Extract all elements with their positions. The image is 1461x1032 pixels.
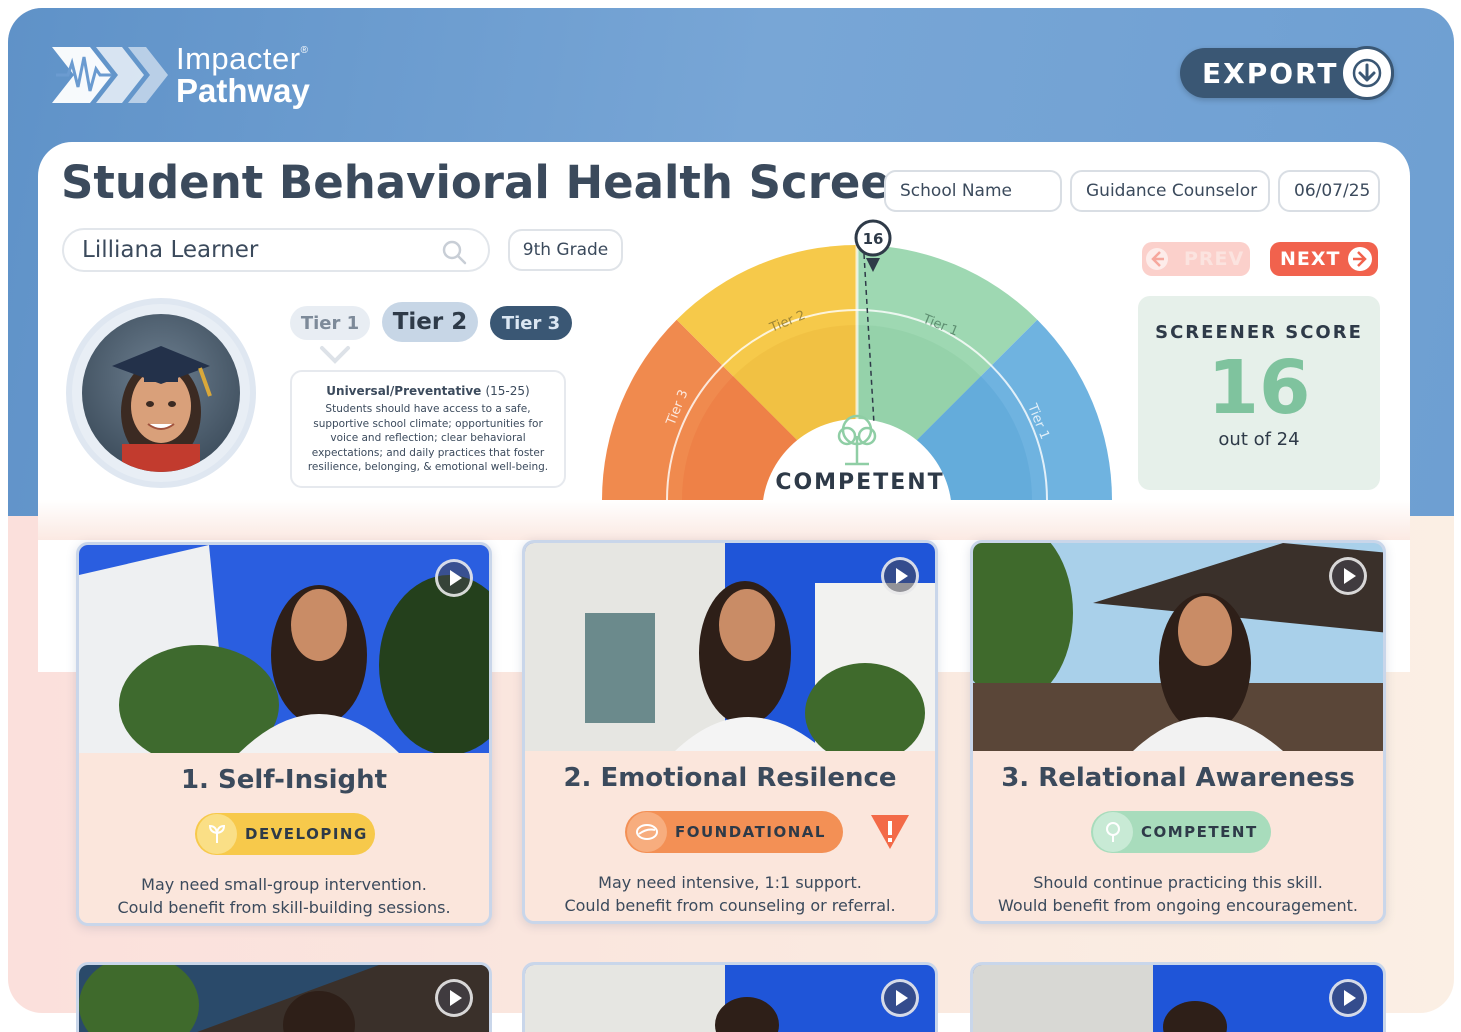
gauge-value: 16 — [863, 230, 884, 248]
skill-card-relational-awareness[interactable]: 3. Relational Awareness COMPETENT Should… — [970, 540, 1386, 924]
card-title: 3. Relational Awareness — [1001, 763, 1355, 793]
badge-label: COMPETENT — [1141, 823, 1258, 841]
card-description: Should continue practicing this skill. W… — [973, 871, 1383, 917]
next-label: NEXT — [1280, 248, 1341, 270]
card-desc-line2: Would benefit from ongoing encouragement… — [998, 896, 1358, 915]
brand-line1: Impacter — [176, 41, 301, 76]
tier-gauge: Tier 3 Tier 2 Tier 1 Tier 1 16 — [602, 219, 1112, 514]
play-icon[interactable] — [1329, 979, 1367, 1017]
skill-card-self-insight[interactable]: 1. Self-Insight DEVELOPING May need smal… — [76, 542, 492, 926]
tree-icon — [1093, 812, 1133, 852]
score-title: SCREENER SCORE — [1155, 322, 1363, 343]
prev-button[interactable]: PREV — [1142, 242, 1250, 276]
skill-card-partial-6[interactable] — [970, 962, 1386, 1032]
next-button[interactable]: NEXT — [1270, 242, 1378, 276]
card-desc-line2: Could benefit from counseling or referra… — [564, 896, 896, 915]
badge-label: FOUNDATIONAL — [675, 823, 826, 841]
prev-label: PREV — [1184, 248, 1245, 270]
skill-card-partial-5[interactable] — [522, 962, 938, 1032]
card-desc-line1: Should continue practicing this skill. — [1033, 873, 1323, 892]
arrow-right-icon — [1348, 247, 1372, 271]
play-icon[interactable] — [435, 559, 473, 597]
gauge-status-label: COMPETENT — [775, 470, 945, 495]
chevron-down-icon — [320, 346, 350, 364]
score-value: 16 — [1207, 345, 1311, 431]
tier-info-range: (15-25) — [485, 384, 530, 398]
play-icon[interactable] — [1329, 557, 1367, 595]
card-desc-line1: May need intensive, 1:1 support. — [598, 873, 862, 892]
card-title: 2. Emotional Resilence — [563, 763, 897, 793]
download-arrow-icon — [1340, 46, 1394, 100]
panel-fade — [38, 500, 1410, 540]
card-desc-line2: Could benefit from skill-building sessio… — [117, 898, 451, 917]
tier-info-box: Universal/Preventative (15-25) Students … — [290, 370, 566, 488]
badge-label: DEVELOPING — [245, 825, 368, 843]
video-thumbnail[interactable] — [973, 543, 1383, 751]
student-photo — [112, 346, 212, 472]
export-button[interactable]: EXPORT — [1180, 46, 1394, 100]
status-badge: COMPETENT — [1091, 811, 1271, 853]
tier-2-pill[interactable]: Tier 2 — [382, 302, 478, 342]
card-title: 1. Self-Insight — [180, 765, 388, 795]
school-name-field[interactable]: School Name — [884, 170, 1062, 212]
play-icon[interactable] — [435, 979, 473, 1017]
page-title: Student Behavioral Health Screener — [61, 156, 976, 209]
card-description: May need small-group intervention. Could… — [79, 873, 489, 919]
warning-icon — [871, 815, 909, 849]
play-icon[interactable] — [881, 557, 919, 595]
video-thumbnail[interactable] — [79, 545, 489, 753]
sprout-icon — [197, 814, 237, 854]
play-icon[interactable] — [881, 979, 919, 1017]
tier-info-title: Universal/Preventative — [326, 384, 482, 398]
logo-mark-icon — [52, 47, 168, 103]
student-search-input[interactable]: Lilliana Learner — [62, 228, 490, 272]
skill-card-partial-4[interactable] — [76, 962, 492, 1032]
date-field[interactable]: 06/07/25 — [1278, 170, 1380, 212]
search-icon[interactable] — [440, 238, 468, 266]
export-label: EXPORT — [1202, 56, 1339, 90]
student-name: Lilliana Learner — [82, 237, 259, 263]
status-badge: DEVELOPING — [195, 813, 375, 855]
brand-reg-mark: ® — [300, 45, 309, 56]
status-badge: FOUNDATIONAL — [625, 811, 843, 853]
skill-card-emotional-resilience[interactable]: 2. Emotional Resilence FOUNDATIONAL May … — [522, 540, 938, 924]
tier-3-pill[interactable]: Tier 3 — [490, 306, 572, 340]
card-desc-line1: May need small-group intervention. — [141, 875, 427, 894]
video-thumbnail[interactable] — [525, 543, 935, 751]
seed-icon — [627, 812, 667, 852]
counselor-field[interactable]: Guidance Counselor — [1070, 170, 1270, 212]
tier-info-desc: Students should have access to a safe, s… — [307, 403, 549, 473]
student-avatar — [66, 298, 256, 488]
arrow-left-icon — [1146, 248, 1168, 270]
screener-score-card: SCREENER SCORE 16 out of 24 — [1138, 296, 1380, 490]
tier-1-pill[interactable]: Tier 1 — [290, 306, 370, 340]
card-description: May need intensive, 1:1 support. Could b… — [525, 871, 935, 917]
brand-line2: Pathway — [176, 72, 310, 109]
brand-logo: Impacter® Pathway — [50, 40, 310, 110]
score-out-of: out of 24 — [1218, 429, 1300, 450]
